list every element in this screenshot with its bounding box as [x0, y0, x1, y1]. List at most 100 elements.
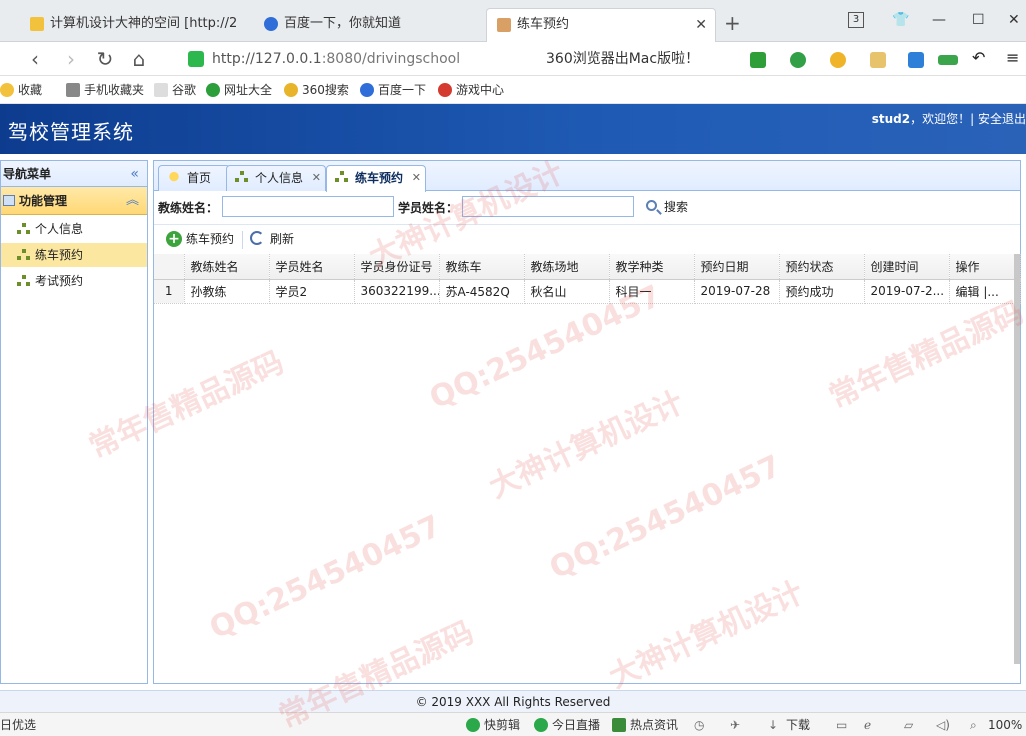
scissors-icon[interactable] — [750, 52, 766, 68]
back-icon[interactable]: ‹ — [22, 46, 48, 72]
star-icon — [0, 83, 14, 97]
vertical-scrollbar[interactable] — [1014, 254, 1020, 664]
refresh-button[interactable]: 刷新 — [250, 229, 294, 249]
trash-icon[interactable]: ▱ — [904, 713, 913, 736]
browser-tab-active[interactable]: 练车预约 ✕ — [486, 8, 716, 42]
scroll-thumb[interactable] — [1014, 254, 1020, 664]
reload-icon[interactable]: ↻ — [92, 46, 118, 72]
status-item[interactable]: 热点资讯 — [612, 713, 678, 736]
new-tab-button[interactable]: + — [724, 8, 741, 38]
address-bar-row: ‹ › ↻ ⌂ http://127.0.0.1:8080/drivingsch… — [0, 42, 1026, 76]
menu-icon[interactable]: ≡ — [1006, 48, 1022, 67]
sidebar-item-driving-reservation[interactable]: 练车预约 — [1, 243, 147, 267]
coin-icon[interactable] — [830, 52, 846, 68]
maximize-button[interactable]: ☐ — [972, 8, 985, 32]
ie-icon[interactable]: ℯ — [864, 713, 871, 736]
news-icon — [612, 718, 626, 732]
add-icon: + — [166, 231, 182, 247]
main-panel: 首页 个人信息 ✕ 练车预约 ✕ 教练姓名： 学员姓名： 搜索 + 练车预约 刷… — [153, 160, 1021, 684]
battery-icon[interactable] — [938, 55, 958, 65]
table-cell: 学员2 — [269, 279, 355, 304]
forward-icon[interactable]: › — [58, 46, 84, 72]
home-icon[interactable]: ⌂ — [126, 46, 152, 72]
browser-tab[interactable]: 百度一下，你就知道 — [254, 8, 474, 42]
zoom-level[interactable]: ⌕ 100% — [970, 713, 1022, 736]
edit-link[interactable]: 编辑 |... — [949, 279, 1021, 304]
column-header[interactable]: 教练姓名 — [184, 254, 270, 280]
tab-count-badge[interactable]: 3 — [848, 12, 864, 28]
table-row[interactable]: 1 孙教练 学员2 360322199... 苏A-4582Q 秋名山 科目一 … — [154, 279, 1021, 304]
tab-driving-reservation[interactable]: 练车预约 ✕ — [326, 165, 427, 192]
column-header[interactable]: 创建时间 — [864, 254, 950, 280]
volume-icon[interactable]: ◁) — [936, 713, 950, 736]
minimize-button[interactable]: — — [932, 8, 946, 32]
undo-icon[interactable]: ↶ — [972, 48, 988, 67]
column-header[interactable]: 操作 — [949, 254, 1021, 280]
column-header[interactable]: 教练场地 — [524, 254, 610, 280]
table-cell: 秋名山 — [524, 279, 610, 304]
shirt-icon[interactable]: 👕 — [892, 8, 909, 32]
collapse-icon[interactable]: « — [130, 161, 139, 187]
sidebar-header: 导航菜单 « — [1, 161, 147, 187]
tab-personal-info[interactable]: 个人信息 ✕ — [226, 165, 327, 191]
column-header[interactable]: 学员姓名 — [269, 254, 355, 280]
bookmark-item[interactable]: 360搜索 — [284, 81, 349, 99]
column-header[interactable]: 预约日期 — [694, 254, 780, 280]
bookmarks-bar: 收藏 手机收藏夹 谷歌 网址大全 360搜索 百度一下 游戏中心 — [0, 76, 1026, 104]
plus-circle-icon — [206, 83, 220, 97]
bookmark-item[interactable]: 百度一下 — [360, 81, 426, 99]
tree-icon — [335, 171, 349, 185]
table-cell: 科目一 — [609, 279, 695, 304]
promo-text[interactable]: 360浏览器出Mac版啦！ — [546, 48, 699, 70]
url-field[interactable]: http://127.0.0.1:8080/drivingschool — [186, 48, 526, 70]
accordion-function-management[interactable]: 功能管理 ︽ — [1, 187, 147, 215]
sidebar: 导航菜单 « 功能管理 ︽ 个人信息 练车预约 考试预约 — [0, 160, 148, 684]
logout-link[interactable]: 安全退出 — [978, 112, 1026, 126]
bookmark-item[interactable]: 手机收藏夹 — [66, 81, 144, 99]
bookmark-item[interactable]: 网址大全 — [206, 81, 272, 99]
coach-name-input[interactable] — [222, 196, 394, 217]
pin-icon[interactable]: ✈ — [730, 713, 740, 736]
lightbulb-icon — [167, 171, 181, 185]
column-header[interactable]: 预约状态 — [779, 254, 865, 280]
chevron-up-icon[interactable]: ︽ — [126, 187, 139, 215]
status-left[interactable]: 日优选 — [0, 713, 36, 736]
bookmark-item[interactable]: 谷歌 — [154, 81, 196, 99]
close-window-button[interactable]: ✕ — [1008, 8, 1020, 32]
status-item[interactable]: 快剪辑 — [466, 713, 520, 736]
row-number: 1 — [154, 279, 185, 304]
clock-icon[interactable]: ◷ — [694, 713, 704, 736]
card-icon[interactable] — [870, 52, 886, 68]
search-button[interactable]: 搜索 — [644, 198, 688, 216]
student-name-input[interactable] — [462, 196, 634, 217]
reservation-table: 教练姓名 学员姓名 学员身份证号 教练车 教练场地 教学种类 预约日期 预约状态… — [154, 254, 1021, 304]
apps-icon[interactable] — [908, 52, 924, 68]
column-header[interactable]: 教学种类 — [609, 254, 695, 280]
row-number-header — [154, 254, 185, 280]
window-icon[interactable]: ▭ — [836, 713, 847, 736]
student-name-label: 学员姓名： — [398, 201, 459, 215]
close-tab-icon[interactable]: ✕ — [412, 166, 421, 190]
browser-tab[interactable]: 计算机设计大神的空间 [http://2 — [20, 8, 236, 42]
column-header[interactable]: 学员身份证号 — [354, 254, 440, 280]
username: stud2 — [871, 112, 911, 126]
table-header-row: 教练姓名 学员姓名 学员身份证号 教练车 教练场地 教学种类 预约日期 预约状态… — [154, 254, 1021, 280]
toolbar-separator — [242, 231, 243, 249]
status-item[interactable]: 今日直播 — [534, 713, 600, 736]
tree-icon — [17, 249, 31, 261]
folder-icon — [3, 195, 15, 206]
sidebar-item-exam-reservation[interactable]: 考试预约 — [1, 269, 147, 293]
search-icon — [646, 200, 657, 211]
bookmark-item[interactable]: 游戏中心 — [438, 81, 504, 99]
add-reservation-button[interactable]: + 练车预约 — [166, 229, 234, 249]
close-tab-icon[interactable]: ✕ — [695, 9, 707, 41]
baidu-paw-icon — [264, 17, 278, 31]
translate-icon[interactable] — [790, 52, 806, 68]
close-tab-icon[interactable]: ✕ — [312, 166, 321, 190]
sidebar-item-personal-info[interactable]: 个人信息 — [1, 217, 147, 241]
column-header[interactable]: 教练车 — [439, 254, 525, 280]
tab-home[interactable]: 首页 — [158, 165, 231, 191]
bookmark-item[interactable]: 收藏 — [0, 81, 42, 99]
app-header: 驾校管理系统 stud2，欢迎您！| 安全退出 — [0, 104, 1026, 154]
status-item[interactable]: ↓ 下载 — [768, 713, 810, 736]
